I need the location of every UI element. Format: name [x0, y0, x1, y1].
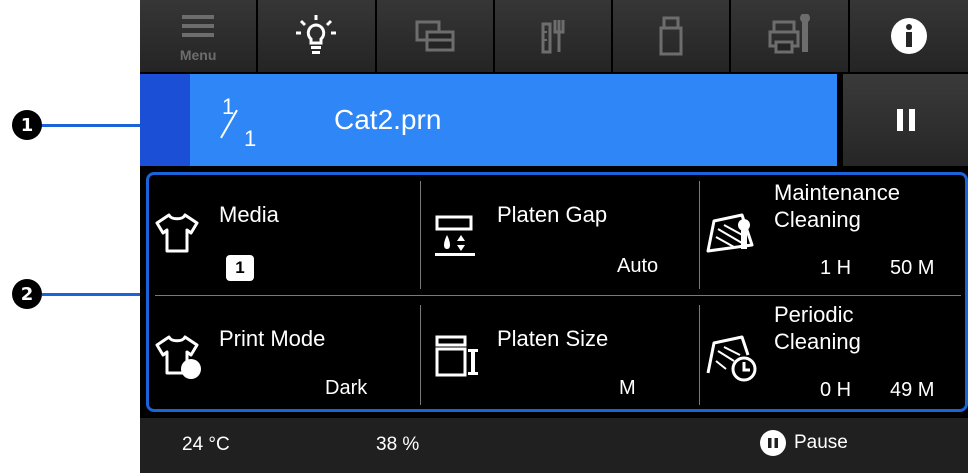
platen-size-value: M [619, 377, 636, 399]
light-button[interactable] [258, 0, 377, 72]
callout-number-1: 1 [12, 110, 42, 140]
pause-label: Pause [794, 432, 848, 453]
pause-button[interactable]: Pause [760, 430, 848, 456]
periodic-cleaning-title-line1: Periodic [774, 302, 854, 327]
periodic-cleaning-title: Periodic Cleaning [774, 301, 861, 355]
menu-button[interactable]: Menu [140, 0, 259, 72]
print-queue-icon [415, 20, 455, 52]
light-bulb-icon [296, 15, 337, 54]
media-badge: 1 [226, 255, 254, 281]
divider [155, 295, 961, 296]
media-cell[interactable]: Media 1 [149, 175, 420, 287]
printer-settings-button[interactable] [731, 0, 850, 72]
tshirt-icon [155, 213, 199, 253]
platen-gap-title: Platen Gap [497, 202, 608, 227]
usb-button[interactable] [613, 0, 732, 72]
job-filename: Cat2.prn [334, 104, 442, 135]
maintenance-cleaning-minutes: 50 M [890, 257, 935, 279]
menu-icon [182, 15, 215, 37]
maintenance-tools-icon [541, 20, 565, 54]
status-panel: Media 1 Platen Gap Auto Maintenance Clea… [146, 172, 968, 412]
maintenance-cleaning-cell[interactable]: Maintenance Cleaning 1 H 50 M [700, 175, 965, 287]
printer-settings-icon [768, 14, 811, 54]
job-bar-edge [140, 74, 190, 166]
platen-gap-value: Auto [617, 255, 659, 277]
job-count: 1 1 [218, 94, 258, 151]
humidity-readout: 38 % [376, 434, 420, 455]
platen-gap-icon [435, 215, 475, 256]
platen-size-title: Platen Size [497, 326, 609, 351]
media-title: Media [219, 202, 279, 227]
usb-drive-icon [659, 16, 683, 56]
top-toolbar: Menu [140, 0, 968, 72]
periodic-cleaning-icon [706, 335, 757, 382]
periodic-cleaning-hours: 0 H [820, 379, 852, 401]
maintenance-cleaning-title-line2: Cleaning [774, 207, 861, 232]
maintenance-cleaning-icon [706, 213, 754, 253]
status-bar: 24 °C 38 % Pause [140, 418, 968, 473]
info-button[interactable] [849, 0, 968, 72]
pause-icon [896, 109, 915, 131]
print-mode-title: Print Mode [219, 326, 326, 351]
temperature-readout: 24 °C [182, 434, 230, 455]
job-pause-button[interactable] [843, 74, 968, 166]
periodic-cleaning-minutes: 49 M [890, 379, 935, 401]
print-mode-value: Dark [325, 377, 368, 399]
maintenance-cleaning-title: Maintenance Cleaning [774, 179, 900, 233]
platen-gap-cell[interactable]: Platen Gap Auto [421, 175, 699, 287]
menu-label: Menu [179, 47, 217, 63]
printer-screen: Menu 1 1 Cat2.prn Media 1 Platen Gap Aut… [140, 0, 968, 473]
platen-size-cell[interactable]: Platen Size M [421, 297, 699, 409]
job-total: 1 [244, 126, 257, 151]
info-icon [890, 18, 927, 54]
print-mode-icon [155, 335, 201, 379]
pause-circle-icon [760, 430, 786, 456]
print-queue-button[interactable] [376, 0, 495, 72]
print-mode-cell[interactable]: Print Mode Dark [149, 297, 420, 409]
current-job-bar[interactable]: 1 1 Cat2.prn [140, 74, 837, 166]
maintenance-cleaning-hours: 1 H [820, 257, 852, 279]
platen-size-icon [435, 335, 478, 377]
maintenance-button[interactable] [494, 0, 614, 72]
callout-number-2: 2 [12, 279, 42, 309]
periodic-cleaning-cell[interactable]: Periodic Cleaning 0 H 49 M [700, 297, 965, 409]
periodic-cleaning-title-line2: Cleaning [774, 329, 861, 354]
maintenance-cleaning-title-line1: Maintenance [774, 180, 900, 205]
